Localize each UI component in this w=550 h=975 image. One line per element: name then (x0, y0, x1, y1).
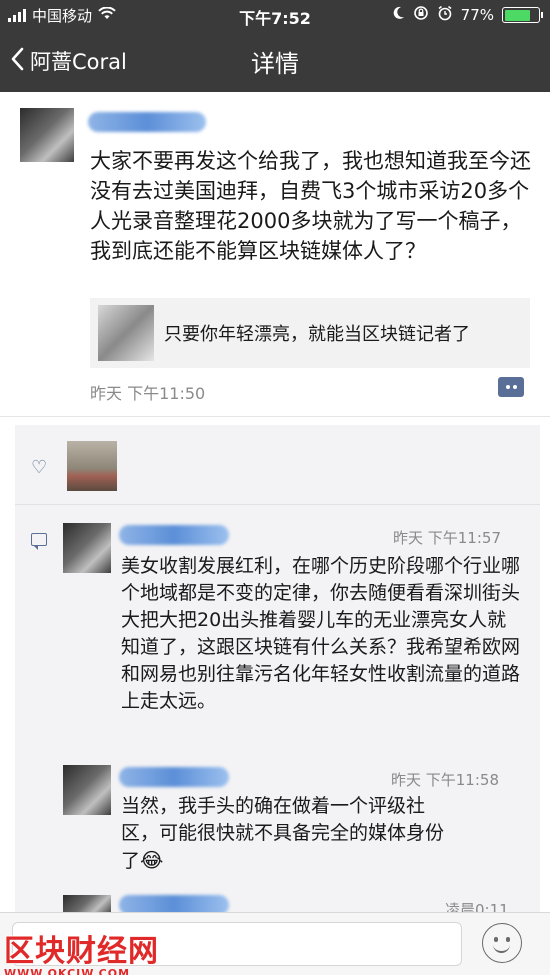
watermark-name: 区块财经网 (4, 934, 159, 969)
comment-timestamp: 昨天 下午11:57 (393, 529, 501, 547)
comment-text: 美女收割发展红利，在哪个历史阶段哪个行业哪个地域都是不变的定律，你去随便看看深圳… (121, 555, 521, 712)
status-right: 77% (392, 5, 543, 25)
interaction-panel: ♡ 昨天 下午11:57 美女收割发展红利，在哪个历史阶段哪个行业哪个地域都是不… (15, 425, 540, 915)
back-label: 阿蔷Coral (30, 50, 127, 74)
laughing-emoji-icon: 😂 (140, 848, 164, 872)
likes-row: ♡ (15, 425, 540, 505)
battery-fill (504, 9, 530, 21)
commenter-name-redacted[interactable] (119, 525, 229, 545)
link-thumbnail (98, 305, 154, 361)
moon-icon (392, 6, 405, 24)
comment-icon (31, 533, 47, 550)
heart-icon: ♡ (31, 457, 48, 478)
shared-link-card[interactable]: 只要你年轻漂亮，就能当区块链记者了 (90, 298, 530, 368)
alarm-icon (437, 5, 453, 25)
author-name-redacted[interactable] (88, 112, 206, 132)
site-watermark: 区块财经网 WWW.QKCJW.COM (4, 926, 159, 975)
back-button[interactable]: 阿蔷Coral (10, 46, 127, 76)
post-timestamp: 昨天 下午11:50 (90, 384, 206, 403)
reply-name-redacted[interactable] (119, 767, 229, 787)
emoji-button[interactable] (482, 923, 522, 963)
commenter-avatar[interactable] (63, 523, 111, 573)
author-avatar[interactable] (20, 108, 74, 162)
chevron-left-icon (10, 47, 24, 76)
rotation-lock-icon (413, 5, 429, 25)
post-text: 大家不要再发这个给我了，我也想知道我至今还没有去过美国迪拜，自费飞3个城市采访2… (90, 149, 531, 263)
divider (0, 416, 550, 417)
reply-text-body: 当然，我手头的确在做着一个评级社区，可能很快就不具备完全的媒体身份了 (121, 795, 445, 872)
liker-avatar[interactable] (67, 441, 117, 491)
battery-icon (502, 7, 543, 23)
status-bar: 中国移动 下午7:52 77% (0, 0, 550, 30)
navigation-bar: 阿蔷Coral 详情 (0, 30, 550, 92)
reply-avatar[interactable] (63, 765, 111, 815)
reply-text: 当然，我手头的确在做着一个评级社区，可能很快就不具备完全的媒体身份了😂 (121, 793, 446, 875)
battery-percent: 77% (460, 6, 494, 24)
more-options-icon[interactable] (498, 377, 524, 397)
reply-timestamp: 昨天 下午11:58 (391, 771, 499, 789)
link-title: 只要你年轻漂亮，就能当区块链记者了 (164, 324, 470, 345)
